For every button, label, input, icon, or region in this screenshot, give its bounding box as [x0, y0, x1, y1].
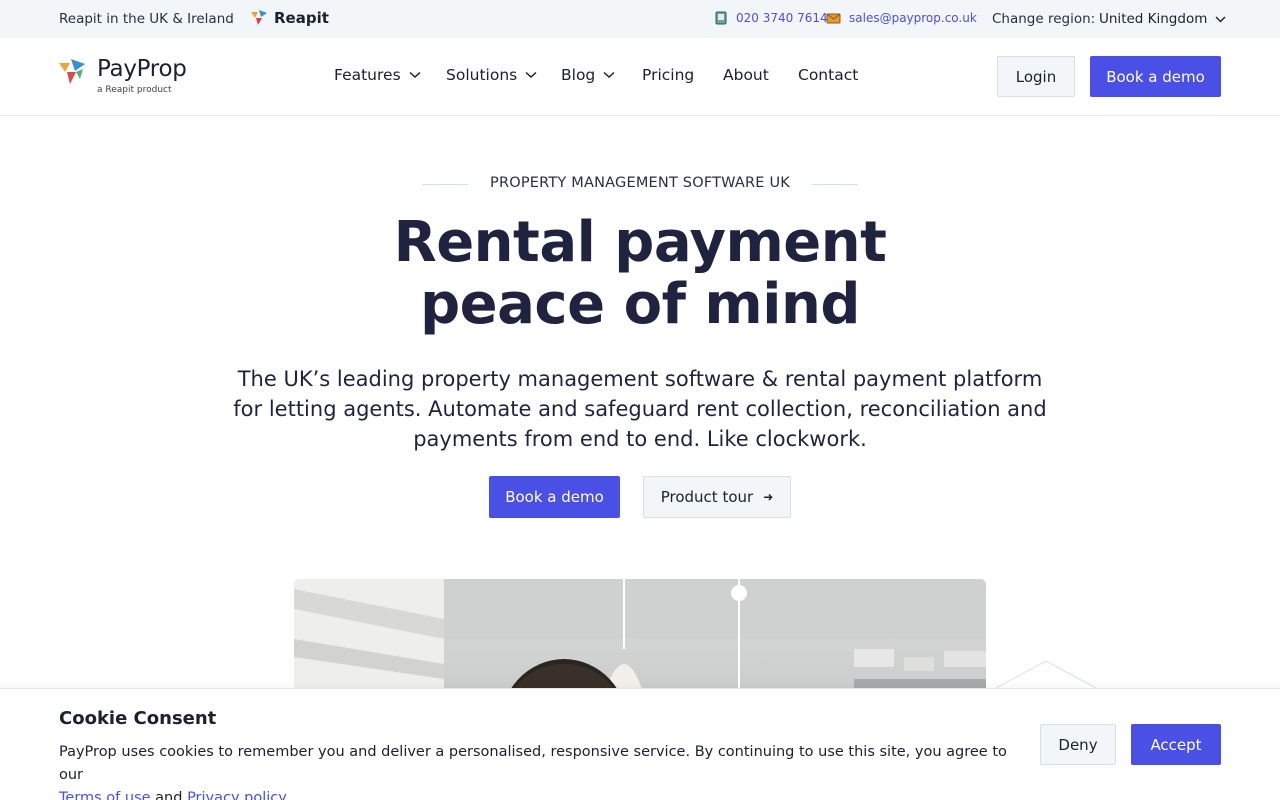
hero-subtitle: The UK’s leading property management sof…: [233, 367, 1047, 451]
main-header: PayProp a Reapit product Features Soluti…: [0, 38, 1280, 116]
cookie-period: .: [284, 790, 290, 800]
cookie-and: and: [155, 790, 183, 800]
phone-contact[interactable]: 020 3740 7614: [714, 11, 828, 25]
decorative-triangle: [996, 660, 1096, 689]
nav-about-label: About: [723, 66, 769, 84]
nav-pricing-label: Pricing: [642, 66, 695, 84]
cookie-consent-banner: Cookie Consent PayProp uses cookies to r…: [0, 688, 1280, 800]
region-value: United Kingdom: [1099, 11, 1208, 27]
chevron-down-icon: [525, 71, 537, 79]
privacy-link[interactable]: Privacy policy: [187, 790, 285, 800]
hero-book-demo-button[interactable]: Book a demo: [489, 476, 620, 518]
nav-features[interactable]: Features: [334, 66, 421, 84]
brand-subtitle: a Reapit product: [97, 85, 172, 95]
email-contact[interactable]: sales@payprop.co.uk: [826, 11, 977, 25]
chevron-down-icon: [603, 71, 615, 79]
region-label: Change region:: [992, 11, 1096, 27]
phone-number: 020 3740 7614: [736, 11, 828, 25]
eyebrow-divider-right: [812, 184, 858, 185]
product-tour-button[interactable]: Product tour ➜: [643, 476, 791, 518]
header-book-demo-button[interactable]: Book a demo: [1090, 56, 1221, 97]
hero-title-line-2: peace of mind: [420, 272, 860, 337]
top-bar: Reapit in the UK & Ireland Reapit 020 37…: [0, 0, 1280, 38]
nav-solutions[interactable]: Solutions: [446, 66, 537, 84]
cookie-body: PayProp uses cookies to remember you and…: [59, 744, 1007, 783]
reapit-logo-text: Reapit: [274, 9, 329, 27]
hero-title-line-1: Rental payment: [393, 210, 887, 275]
email-address: sales@payprop.co.uk: [849, 11, 977, 25]
nav-pricing[interactable]: Pricing: [642, 66, 694, 84]
nav-solutions-label: Solutions: [446, 66, 518, 84]
reapit-region-link[interactable]: Reapit in the UK & Ireland: [59, 11, 234, 27]
cookie-text: PayProp uses cookies to remember you and…: [59, 741, 1019, 800]
reapit-mark-icon: [251, 10, 267, 25]
arrow-right-icon: ➜: [763, 490, 774, 504]
brand-name: PayProp: [97, 56, 187, 82]
payprop-mark-icon: [59, 59, 85, 84]
chevron-down-icon: [1215, 16, 1226, 22]
cookie-accept-button[interactable]: Accept: [1131, 724, 1221, 765]
hero-eyebrow: PROPERTY MANAGEMENT SOFTWARE UK: [490, 175, 790, 191]
nav-contact[interactable]: Contact: [798, 66, 858, 84]
cookie-title: Cookie Consent: [59, 708, 217, 729]
nav-features-label: Features: [334, 66, 401, 84]
email-icon: [826, 13, 841, 23]
product-tour-label: Product tour: [660, 488, 754, 506]
terms-link[interactable]: Terms of use: [59, 790, 151, 800]
reapit-logo[interactable]: Reapit: [251, 9, 329, 27]
login-button[interactable]: Login: [997, 56, 1075, 97]
nav-contact-label: Contact: [798, 66, 859, 84]
region-dropdown[interactable]: United Kingdom: [1099, 11, 1226, 27]
chevron-down-icon: [409, 71, 421, 79]
nav-blog-label: Blog: [561, 66, 596, 84]
cookie-deny-button[interactable]: Deny: [1040, 724, 1116, 765]
phone-icon: [715, 11, 727, 25]
nav-about[interactable]: About: [723, 66, 769, 84]
hero-title: Rental payment peace of mind: [0, 212, 1280, 336]
nav-blog[interactable]: Blog: [561, 66, 615, 84]
